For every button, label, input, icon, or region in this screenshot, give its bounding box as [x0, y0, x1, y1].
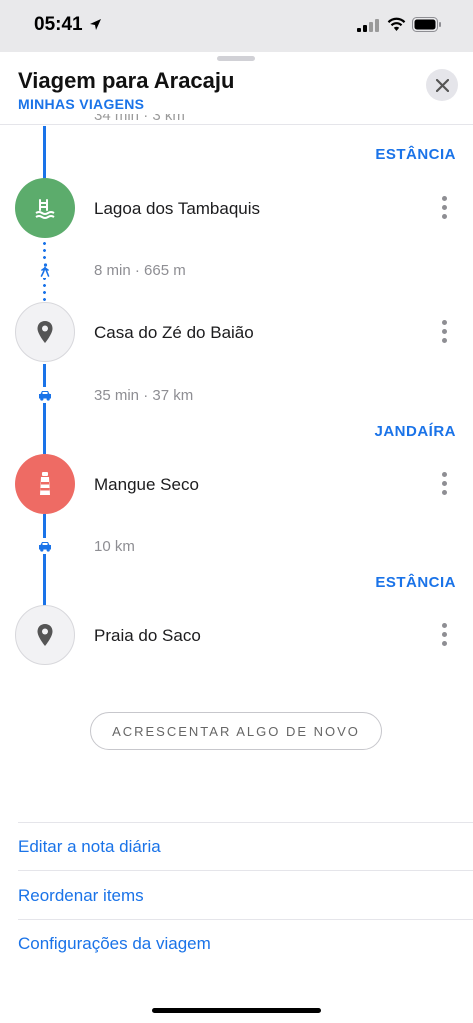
leg-duration: 35 min · 37 km — [94, 387, 194, 404]
signal-icon — [357, 19, 379, 32]
edit-daily-note-link[interactable]: Editar a nota diária — [18, 837, 161, 857]
more-options-button[interactable] — [437, 623, 451, 649]
status-bar: 05:41 — [0, 0, 473, 52]
status-time: 05:41 — [34, 14, 83, 35]
stop-icon-pin[interactable] — [15, 302, 75, 362]
city-label: ESTÂNCIA — [375, 574, 456, 591]
page-title: Viagem para Aracaju — [18, 68, 235, 93]
car-icon — [36, 387, 54, 403]
city-label: ESTÂNCIA — [375, 146, 456, 163]
pool-icon — [35, 199, 55, 219]
home-indicator[interactable] — [152, 1008, 321, 1013]
route-line — [43, 514, 46, 606]
lighthouse-icon — [40, 472, 50, 495]
wifi-icon — [387, 17, 406, 31]
battery-icon — [412, 17, 441, 32]
route-line — [43, 364, 46, 454]
walk-icon — [36, 262, 54, 278]
trip-settings-link[interactable]: Configurações da viagem — [18, 934, 211, 954]
reorder-items-link[interactable]: Reordenar items — [18, 886, 144, 906]
stop-icon-pin[interactable] — [15, 605, 75, 665]
menu-divider — [18, 919, 473, 920]
close-icon — [435, 78, 449, 92]
breadcrumb-my-trips[interactable]: MINHAS VIAGENS — [18, 96, 144, 112]
more-vertical-icon — [441, 623, 447, 628]
stop-icon-pool[interactable] — [15, 178, 75, 238]
stop-name[interactable]: Casa do Zé do Baião — [94, 323, 254, 343]
close-button[interactable] — [426, 69, 458, 101]
header-divider — [0, 124, 473, 125]
more-vertical-icon — [441, 196, 447, 201]
location-arrow-icon — [90, 19, 101, 30]
sheet-grabber[interactable] — [217, 56, 255, 61]
stop-name[interactable]: Lagoa dos Tambaquis — [94, 199, 260, 219]
route-line — [43, 126, 46, 180]
more-vertical-icon — [441, 472, 447, 477]
stop-name[interactable]: Praia do Saco — [94, 626, 201, 646]
leg-text-partial: 34 min · 3 km — [94, 114, 185, 124]
more-options-button[interactable] — [437, 196, 451, 222]
menu-divider — [18, 822, 473, 823]
more-options-button[interactable] — [437, 320, 451, 346]
map-pin-icon — [37, 624, 53, 646]
leg-duration: 10 km — [94, 538, 135, 555]
more-vertical-icon — [441, 320, 447, 325]
add-something-new-button[interactable]: ACRESCENTAR ALGO DE NOVO — [90, 712, 382, 750]
stop-icon-lighthouse[interactable] — [15, 454, 75, 514]
menu-divider — [18, 870, 473, 871]
stop-name[interactable]: Mangue Seco — [94, 475, 199, 495]
leg-duration: 8 min · 665 m — [94, 262, 186, 279]
car-icon — [36, 538, 54, 554]
more-options-button[interactable] — [437, 472, 451, 498]
map-pin-icon — [37, 321, 53, 343]
city-label: JANDAÍRA — [374, 423, 456, 440]
